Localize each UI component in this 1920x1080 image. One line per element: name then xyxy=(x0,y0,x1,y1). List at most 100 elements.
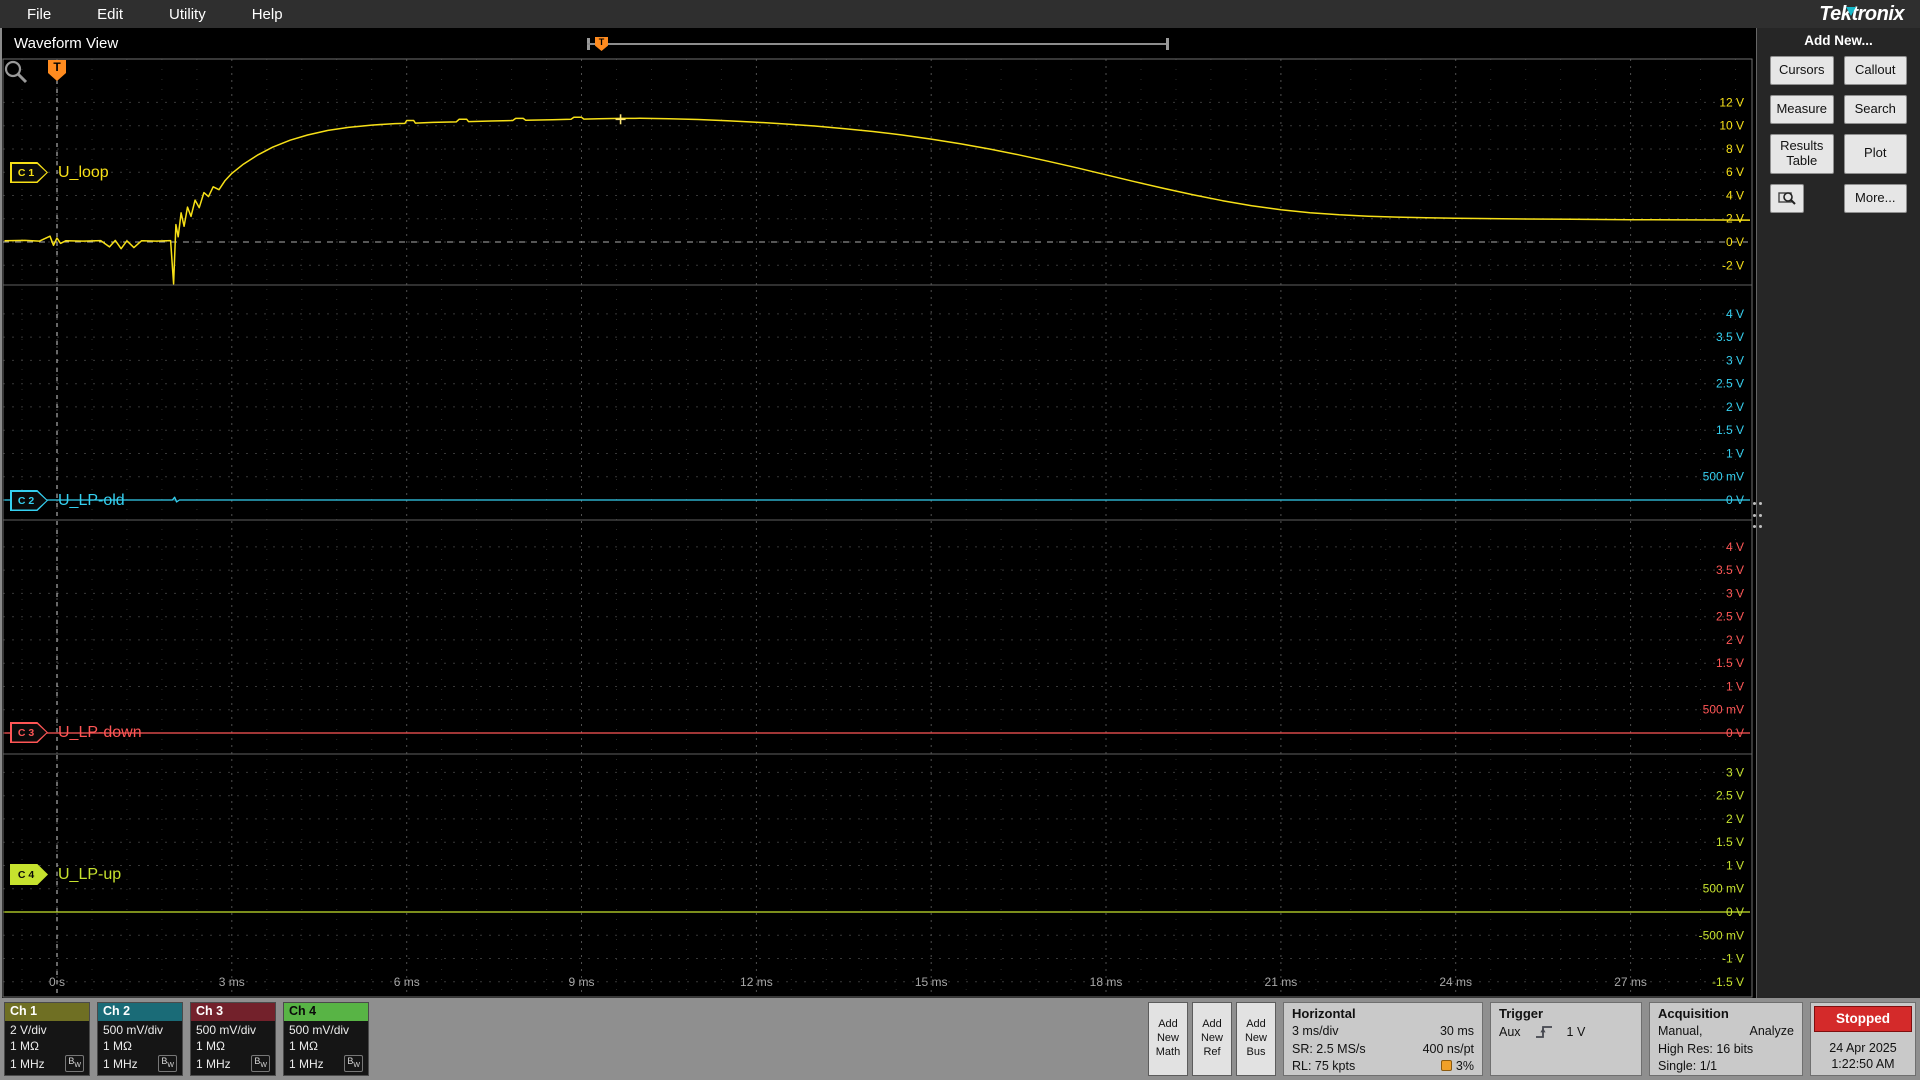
record-end-cap xyxy=(1166,38,1169,50)
zoom-overview-icon[interactable] xyxy=(2,58,30,86)
menu-help[interactable]: Help xyxy=(229,0,306,28)
trigger-position-marker[interactable]: T xyxy=(595,37,608,51)
add-new-group: Add New Math Add New Ref Add New Bus xyxy=(1148,1002,1276,1076)
axis-tick-label: 0 V xyxy=(1726,493,1744,507)
menu-utility[interactable]: Utility xyxy=(146,0,229,28)
axis-tick-label: -2 V xyxy=(1722,258,1744,272)
ch3-bandwidth: 1 MHz xyxy=(196,1056,231,1071)
axis-tick-label: -1 V xyxy=(1722,952,1744,966)
ch4-impedance: 1 MΩ xyxy=(289,1039,318,1054)
time-tick-label: 27 ms xyxy=(1614,975,1647,989)
ch1-settings-badge[interactable]: Ch 1 2 V/div 1 MΩ 1 MHz BW xyxy=(4,1002,90,1076)
acquisition-title: Acquisition xyxy=(1658,1006,1729,1021)
menu-edit[interactable]: Edit xyxy=(74,0,146,28)
trace-U_loop[interactable] xyxy=(4,116,1751,285)
horizontal-panel[interactable]: Horizontal 3 ms/div 30 ms SR: 2.5 MS/s 4… xyxy=(1283,1002,1483,1076)
channel-badge-ch3-text: C 3 xyxy=(11,723,47,742)
time-tick-label: 3 ms xyxy=(219,975,245,989)
record-length: RL: 75 kpts xyxy=(1292,1059,1356,1073)
acquisition-panel[interactable]: Acquisition Manual, Analyze High Res: 16… xyxy=(1649,1002,1803,1076)
acq-detail: High Res: 16 bits xyxy=(1658,1041,1754,1056)
waveform-canvas[interactable]: 12 V 10 V 8 V 6 V 4 V 2 V 0 V -2 V 4 V 3.5 V 3 V 2.… xyxy=(2,58,1756,998)
axis-tick-label: 4 V xyxy=(1726,189,1744,203)
ch2-bandwidth: 1 MHz xyxy=(103,1056,138,1071)
ch4-settings-title: Ch 4 xyxy=(284,1003,368,1021)
bandwidth-limit-icon: BW xyxy=(344,1055,363,1072)
grid xyxy=(3,59,1748,996)
plot-border xyxy=(2,58,1753,998)
bandwidth-limit-icon: BW xyxy=(65,1055,84,1072)
trace-label-ch2[interactable]: U_LP-old xyxy=(58,490,125,511)
ch2-settings-title: Ch 2 xyxy=(98,1003,182,1021)
ch1-bandwidth: 1 MHz xyxy=(10,1056,45,1071)
time-tick-label: 12 ms xyxy=(740,975,773,989)
run-stop-button[interactable]: Stopped xyxy=(1814,1006,1912,1032)
trace-U_LP-old[interactable] xyxy=(4,496,1751,503)
callout-button[interactable]: Callout xyxy=(1843,56,1907,85)
menu-file[interactable]: File xyxy=(4,0,74,28)
axis-tick-label: 1.5 V xyxy=(1716,423,1744,437)
axis-tick-label: 2.5 V xyxy=(1716,789,1744,803)
axis-tick-label: 3 V xyxy=(1726,586,1744,600)
axis-tick-label: 0 V xyxy=(1726,235,1744,249)
axis-tick-label: 12 V xyxy=(1719,95,1744,109)
axis-tick-label: 3 V xyxy=(1726,353,1744,367)
ch3-impedance: 1 MΩ xyxy=(196,1039,225,1054)
ch2-settings-badge[interactable]: Ch 2 500 mV/div 1 MΩ 1 MHz BW xyxy=(97,1002,183,1076)
axis-tick-label: 2 V xyxy=(1726,212,1744,226)
trigger-source: Aux xyxy=(1499,1024,1521,1039)
search-button[interactable]: Search xyxy=(1843,95,1907,124)
trace-label-ch1[interactable]: U_loop xyxy=(58,162,109,183)
rising-edge-icon xyxy=(1535,1026,1552,1038)
axis-tick-label: 4 V xyxy=(1726,540,1744,554)
trigger-title: Trigger xyxy=(1499,1006,1544,1021)
axis-tick-label: 1 V xyxy=(1726,447,1744,461)
waveform-view-title: Waveform View xyxy=(14,34,119,52)
run-status-area: Stopped 24 Apr 2025 1:22:50 AM xyxy=(1810,1002,1916,1076)
trigger-level: 1 V xyxy=(1566,1024,1586,1039)
add-new-header: Add New... xyxy=(1804,33,1873,48)
axis-tick-label: 3.5 V xyxy=(1716,563,1744,577)
add-new-ref-button[interactable]: Add New Ref xyxy=(1192,1002,1232,1076)
add-new-button-grid: Cursors Callout Measure Search Results T… xyxy=(1757,54,1920,215)
cursors-button[interactable]: Cursors xyxy=(1770,56,1834,85)
measure-button[interactable]: Measure xyxy=(1770,95,1834,124)
axis-tick-label: 500 mV xyxy=(1703,882,1744,896)
plot-button[interactable]: Plot xyxy=(1843,134,1907,174)
results-table-button[interactable]: Results Table xyxy=(1770,134,1834,174)
waveform-plot[interactable]: 12 V 10 V 8 V 6 V 4 V 2 V 0 V -2 V 4 V 3.5 V 3 V 2.… xyxy=(2,58,1756,998)
time-tick-label: 15 ms xyxy=(915,975,948,989)
trigger-panel[interactable]: Trigger Aux 1 V xyxy=(1490,1002,1642,1076)
time-tick-label: 6 ms xyxy=(394,975,420,989)
tektronix-logo: Tektronix xyxy=(1819,2,1904,25)
axis-tick-label: 0 V xyxy=(1726,726,1744,740)
zoom-mode-button[interactable] xyxy=(1770,183,1804,213)
axis-tick-label: -500 mV xyxy=(1699,928,1744,942)
trace-label-ch3[interactable]: U_LP-down xyxy=(58,722,142,743)
ch2-impedance: 1 MΩ xyxy=(103,1039,132,1054)
axis-tick-label: 1.5 V xyxy=(1716,835,1744,849)
resolution: 400 ns/pt xyxy=(1422,1041,1474,1056)
axis-tick-label: -1.5 V xyxy=(1712,975,1744,989)
axis-tick-label: 2 V xyxy=(1726,400,1744,414)
add-new-bus-button[interactable]: Add New Bus xyxy=(1236,1002,1276,1076)
datetime: 24 Apr 2025 1:22:50 AM xyxy=(1829,1040,1896,1073)
bandwidth-limit-icon: BW xyxy=(251,1055,270,1072)
time-label: 1:22:50 AM xyxy=(1831,1056,1895,1071)
more-button[interactable]: More... xyxy=(1843,183,1907,213)
ch4-settings-badge[interactable]: Ch 4 500 mV/div 1 MΩ 1 MHz BW xyxy=(283,1002,369,1076)
waveform-view: Waveform View T 12 V 10 V 8 V 6 V 4 V 2 V 0 V -… xyxy=(0,28,1757,998)
trace-label-ch4[interactable]: U_LP-up xyxy=(58,864,121,885)
bottom-bar: Ch 1 2 V/div 1 MΩ 1 MHz BW Ch 2 500 mV/d… xyxy=(0,998,1920,1080)
ch3-settings-badge[interactable]: Ch 3 500 mV/div 1 MΩ 1 MHz BW xyxy=(190,1002,276,1076)
waveform-view-titlebar: Waveform View T xyxy=(2,28,1756,58)
ch4-bandwidth: 1 MHz xyxy=(289,1056,324,1071)
axis-tick-label: 1.5 V xyxy=(1716,656,1744,670)
axis-tick-label: 4 V xyxy=(1726,307,1744,321)
time-tick-label: 9 ms xyxy=(568,975,594,989)
axis-tick-label: 3.5 V xyxy=(1716,330,1744,344)
horizontal-position-indicator[interactable]: T xyxy=(587,37,1169,51)
pane-splitter-handle[interactable] xyxy=(1752,500,1762,530)
measurement-marker xyxy=(615,114,626,125)
add-new-math-button[interactable]: Add New Math xyxy=(1148,1002,1188,1076)
